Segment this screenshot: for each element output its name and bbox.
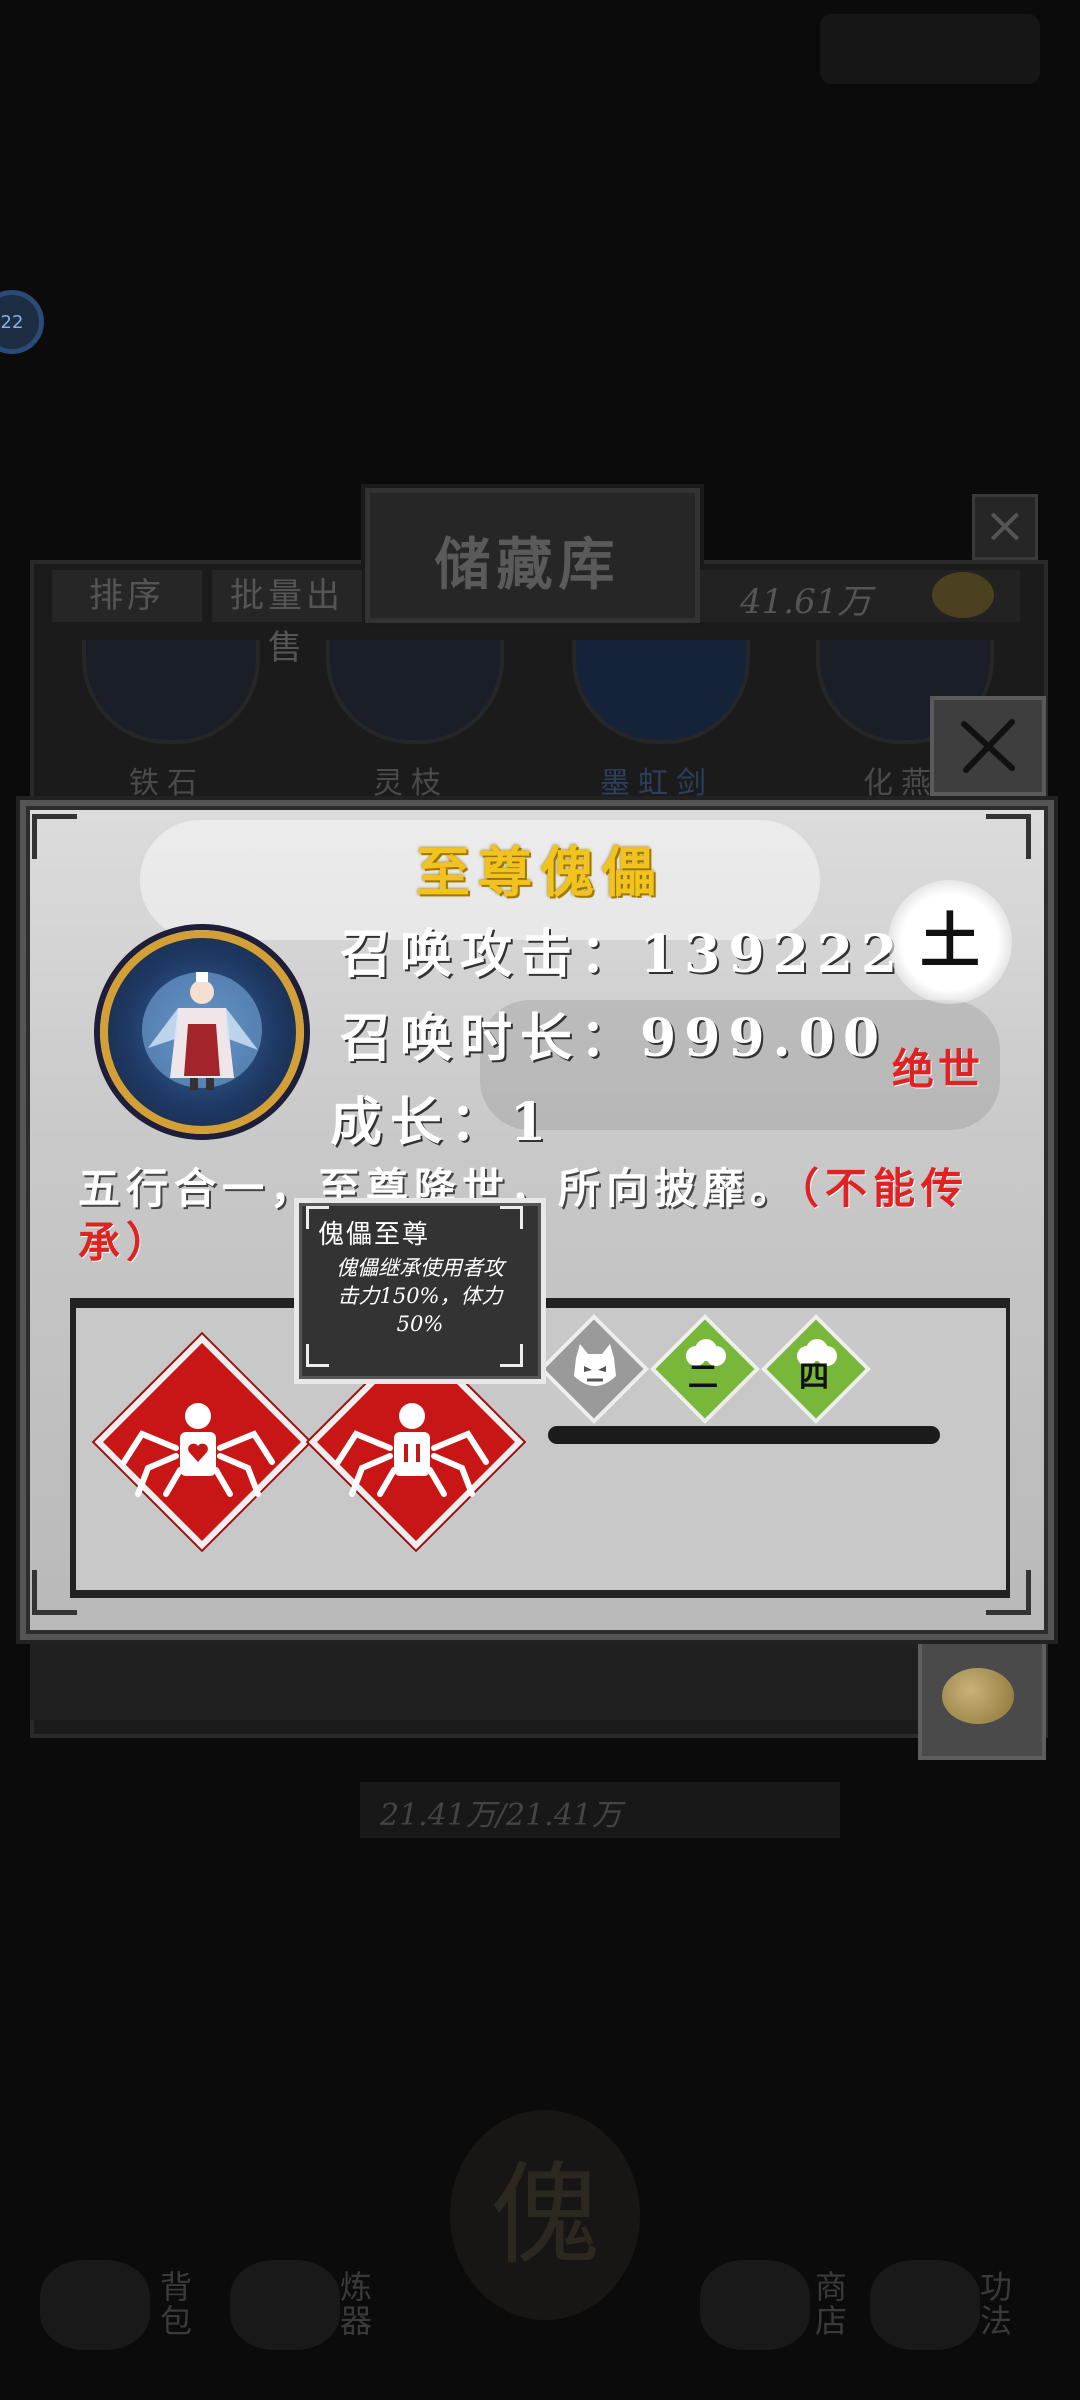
- nav-bag[interactable]: 背包: [40, 2250, 210, 2360]
- tooltip-corner: [500, 1344, 523, 1367]
- tooltip-body: 傀儡继承使用者攻击力150%，体力50%: [336, 1256, 504, 1336]
- stat-summon-attack: 召唤攻击：139222: [340, 924, 906, 985]
- frame-corner: [32, 814, 77, 859]
- shop-icon: [700, 2260, 810, 2350]
- demon-face-icon: [560, 1336, 630, 1400]
- storage-footer: [30, 1640, 920, 1720]
- frame-corner: [986, 814, 1031, 859]
- stat-summon-duration: 召唤时长：999.00: [340, 1008, 888, 1069]
- stat-growth: 成长：1: [330, 1092, 555, 1153]
- level-badge: 22: [0, 290, 44, 354]
- puppet-figure-icon: [142, 972, 262, 1090]
- capacity-text: 21.41万/21.41万: [380, 1798, 622, 1833]
- rarity-label: 绝世: [892, 1045, 985, 1094]
- category-label: 灵枝: [373, 766, 449, 801]
- nav-skills[interactable]: 功法: [870, 2250, 1040, 2360]
- close-icon: [961, 719, 1015, 773]
- nav-label: 商店: [815, 2268, 848, 2340]
- storage-title: 储藏库: [434, 532, 621, 598]
- nav-label: 背包: [160, 2268, 193, 2340]
- puppet-portrait: [100, 930, 304, 1134]
- close-storage-button[interactable]: ×: [972, 494, 1038, 560]
- currency-value: 41.61万: [740, 582, 872, 622]
- batch-sell-button[interactable]: 批量出售: [212, 570, 362, 668]
- close-detail-button[interactable]: [930, 696, 1046, 796]
- skill-level-label: 二: [688, 1360, 718, 1395]
- nav-forge[interactable]: 炼器: [230, 2250, 400, 2360]
- ink-stroke-divider: [548, 1426, 940, 1444]
- coin-icon: [942, 1668, 1014, 1724]
- skill-level-label: 四: [799, 1360, 829, 1395]
- category-label: 铁石: [129, 766, 205, 801]
- sort-button[interactable]: 排序: [52, 570, 202, 622]
- game-logo: [820, 14, 1040, 84]
- center-puppet-button[interactable]: 傀: [450, 2110, 640, 2320]
- tooltip-corner: [500, 1206, 523, 1229]
- coin-icon: [932, 572, 994, 618]
- nav-label: 功法: [980, 2268, 1013, 2340]
- spider-puppet-body-icon: [332, 1390, 492, 1510]
- tooltip-title: 傀儡至尊: [318, 1220, 431, 1250]
- nav-label: 炼器: [340, 2268, 373, 2340]
- nav-shop[interactable]: 商店: [700, 2250, 870, 2360]
- bag-icon: [40, 2260, 150, 2350]
- element-badge: 土: [888, 880, 1012, 1004]
- furnace-icon: [230, 2260, 340, 2350]
- book-icon: [870, 2260, 980, 2350]
- tooltip-corner: [306, 1344, 329, 1367]
- item-name: 至尊傀儡: [416, 840, 664, 904]
- category-label: 墨虹剑: [600, 766, 714, 801]
- spider-puppet-heart-icon: [118, 1390, 278, 1510]
